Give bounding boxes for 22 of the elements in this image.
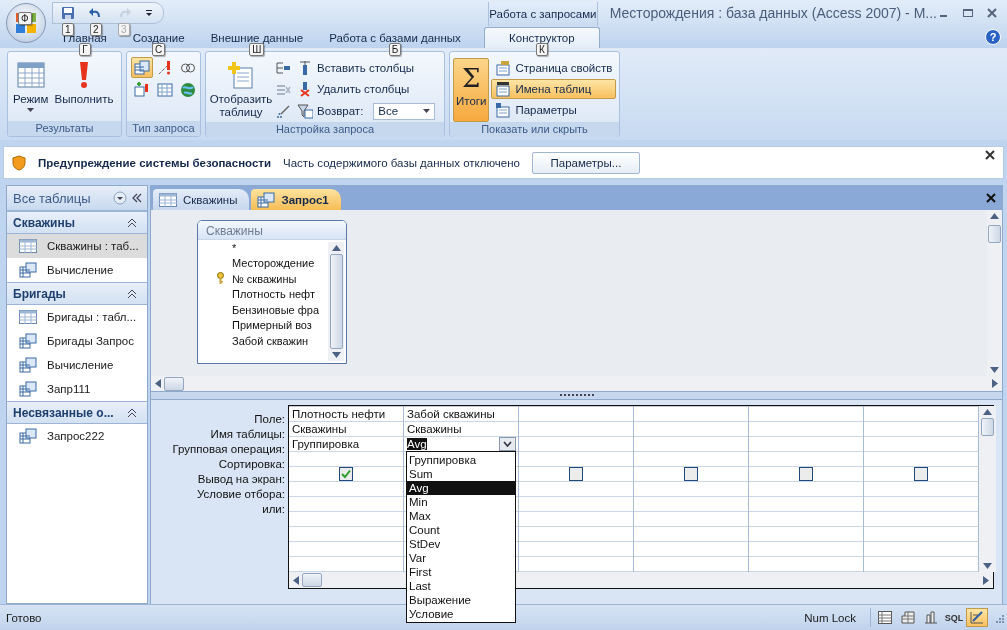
num-lock-indicator: Num Lock xyxy=(804,611,856,624)
return-label: Возврат: xyxy=(317,105,364,117)
keytip: Ф xyxy=(18,12,32,25)
group-label: Тип запроса xyxy=(127,121,200,136)
status-text: Готово xyxy=(6,611,42,624)
row-label: Групповая операция: xyxy=(172,442,285,457)
keytip: С xyxy=(152,43,166,56)
row-label: Сортировка: xyxy=(218,457,285,472)
group-label: Показать или скрыть xyxy=(450,122,619,137)
keytip: Ш xyxy=(249,43,265,56)
keytip: Б xyxy=(388,43,402,56)
security-message: Часть содержимого базы данных отключено xyxy=(283,156,520,169)
row-label: Вывод на экран: xyxy=(197,472,285,487)
security-warning-title: Предупреждение системы безопасности xyxy=(38,156,272,169)
group-label: Результаты xyxy=(8,121,121,136)
contextual-tab-title: Работа с запросами xyxy=(488,2,598,26)
row-label: Поле: xyxy=(254,412,285,427)
row-label: или: xyxy=(262,502,285,517)
group-label: Настройка запроса xyxy=(206,122,444,137)
window-title: Месторождения : база данных (Access 2007) - M... xyxy=(609,5,937,21)
row-label: Условие отбора: xyxy=(196,487,285,502)
row-label: Имя таблицы: xyxy=(210,427,285,442)
